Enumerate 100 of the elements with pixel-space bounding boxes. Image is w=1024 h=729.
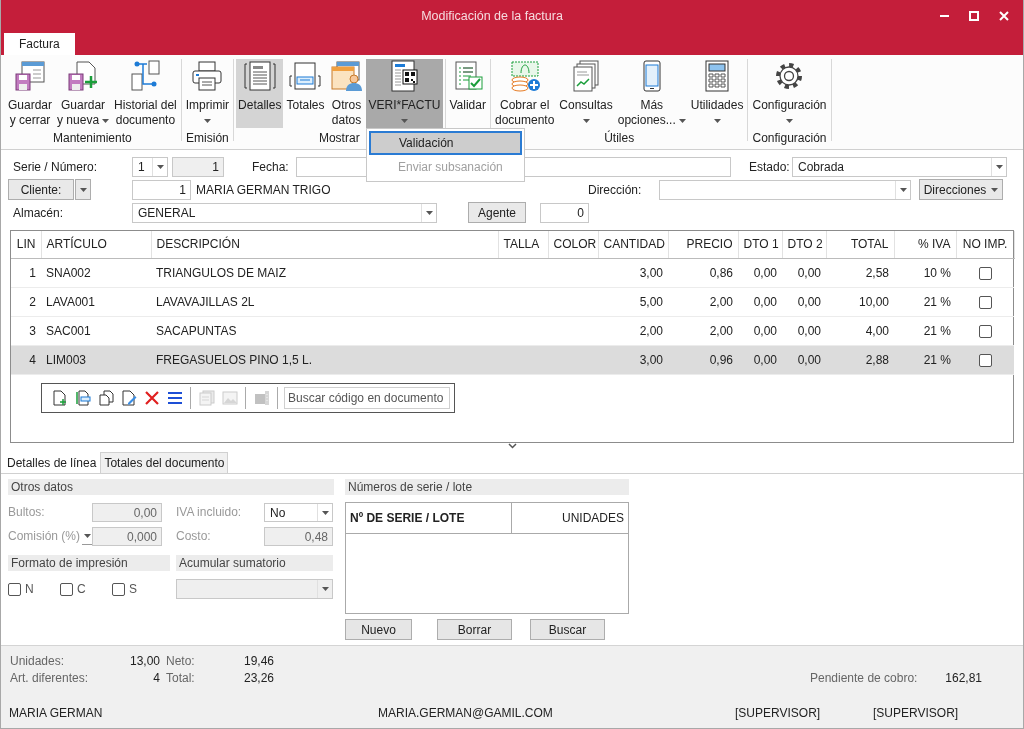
dropdown-field[interactable]: No bbox=[264, 503, 333, 522]
table-cell: 10 % bbox=[894, 258, 956, 287]
dropdown-field[interactable] bbox=[659, 179, 911, 200]
toolbar-button[interactable] bbox=[119, 387, 138, 408]
client-button[interactable]: Cliente: bbox=[8, 179, 74, 200]
caret-icon bbox=[321, 510, 329, 515]
checkbox[interactable] bbox=[978, 295, 992, 309]
copy-icon bbox=[97, 389, 114, 406]
action-button[interactable]: Borrar bbox=[437, 619, 512, 640]
checkbox[interactable] bbox=[60, 582, 73, 596]
column-header[interactable]: DESCRIPCIÓN bbox=[151, 231, 498, 258]
pages-icon bbox=[198, 389, 215, 406]
input-field[interactable]: 1 bbox=[132, 179, 191, 200]
section-header: Otros datos bbox=[8, 479, 334, 495]
menu-item[interactable]: Validación bbox=[369, 131, 522, 155]
column-header[interactable]: ARTÍCULO bbox=[41, 231, 151, 258]
checkbox[interactable] bbox=[112, 582, 125, 596]
table-cell: TRIANGULOS DE MAIZ bbox=[151, 258, 498, 287]
checkbox[interactable] bbox=[978, 266, 992, 280]
client-name: MARIA GERMAN TRIGO bbox=[195, 182, 332, 197]
ribbon-tab[interactable]: Factura bbox=[4, 33, 75, 55]
checkbox[interactable] bbox=[978, 353, 992, 367]
table-cell: 21 % bbox=[894, 345, 956, 374]
list-icon bbox=[166, 389, 183, 406]
input-field[interactable]: 0,00 bbox=[92, 503, 162, 522]
action-button[interactable]: Buscar bbox=[530, 619, 605, 640]
qr-code-icon bbox=[388, 60, 421, 92]
dropdown-button[interactable] bbox=[75, 179, 91, 200]
ribbon-button[interactable]: Configuración bbox=[750, 59, 829, 128]
checkbox[interactable] bbox=[8, 582, 21, 596]
caret-icon bbox=[79, 187, 87, 192]
table-cell: 10,00 bbox=[826, 287, 894, 316]
ribbon-button[interactable]: Imprimir bbox=[183, 59, 232, 128]
caret-icon bbox=[83, 534, 91, 538]
user-window-icon bbox=[330, 60, 363, 92]
table-cell: 0,00 bbox=[782, 287, 826, 316]
table-cell: LAVAVAJILLAS 2L bbox=[151, 287, 498, 316]
addresses-button[interactable]: Direcciones bbox=[919, 179, 1003, 200]
agent-button[interactable]: Agente bbox=[468, 202, 526, 223]
column-header[interactable]: NO IMP. bbox=[956, 231, 1014, 258]
table-cell: 0,86 bbox=[668, 258, 738, 287]
input-field[interactable]: 1 bbox=[172, 156, 224, 177]
selected-row[interactable]: 4 LIM003 FREGASUELOS PINO 1,5 L. 3,00 0,96 0,00 0,00 2,88 21 % bbox=[11, 345, 1014, 374]
table-cell: LIM003 bbox=[41, 345, 151, 374]
column-header[interactable]: LIN bbox=[11, 231, 41, 258]
ribbon-button[interactable]: Guardar y cerrar bbox=[6, 59, 55, 128]
ribbon-button[interactable]: Totales bbox=[284, 59, 327, 128]
column-header[interactable]: TALLA bbox=[498, 231, 548, 258]
total-value: 23,26 bbox=[242, 671, 274, 687]
coins-icon bbox=[508, 60, 541, 92]
dropdown-field[interactable]: GENERAL bbox=[132, 202, 437, 223]
input-field[interactable]: 0,000 bbox=[92, 527, 162, 546]
column-header[interactable]: COLOR bbox=[548, 231, 598, 258]
ribbon-button[interactable]: Otros datos bbox=[327, 59, 366, 128]
table-cell: FREGASUELOS PINO 1,5 L. bbox=[151, 345, 498, 374]
column-header[interactable]: % IVA bbox=[894, 231, 956, 258]
column-header[interactable]: DTO 1 bbox=[738, 231, 782, 258]
column-header[interactable]: DTO 2 bbox=[782, 231, 826, 258]
dropdown-field[interactable]: 1 bbox=[132, 156, 168, 177]
ribbon-button[interactable]: Más opciones... bbox=[615, 59, 688, 128]
column-header[interactable]: TOTAL bbox=[826, 231, 894, 258]
floppy-disk-icon bbox=[67, 60, 100, 92]
section-header: Acumular sumatorio bbox=[176, 555, 333, 571]
section-header: Números de serie / lote bbox=[345, 479, 629, 495]
caret-icon bbox=[995, 164, 1003, 169]
column-header[interactable]: PRECIO bbox=[668, 231, 738, 258]
toolbar-button[interactable] bbox=[96, 387, 115, 408]
ribbon-button[interactable]: Cobrar el documento bbox=[492, 59, 557, 128]
search-field[interactable]: Buscar código en documento bbox=[284, 386, 450, 409]
tab[interactable]: Totales del documento bbox=[100, 452, 229, 473]
input-field[interactable]: 0,48 bbox=[264, 527, 333, 546]
table-cell: 2,88 bbox=[826, 345, 894, 374]
ribbon-button[interactable]: VERI*FACTU bbox=[366, 59, 443, 128]
total-value: 4 bbox=[152, 671, 160, 687]
ribbon-button[interactable]: Utilidades bbox=[688, 59, 746, 128]
checkbox-label: N bbox=[25, 582, 34, 596]
ribbon-button[interactable]: Validar bbox=[447, 59, 488, 124]
checkbox[interactable] bbox=[978, 324, 992, 338]
toolbar-button[interactable] bbox=[50, 387, 69, 408]
table-cell: 2,00 bbox=[598, 316, 668, 345]
column-header[interactable]: Nº DE SERIE / LOTE bbox=[346, 503, 512, 533]
input-field[interactable]: 0 bbox=[540, 202, 589, 223]
ribbon-button[interactable]: Detalles bbox=[236, 59, 284, 128]
table-cell: 4,00 bbox=[826, 316, 894, 345]
group-label: Configuración bbox=[752, 131, 827, 146]
ribbon-button[interactable]: Historial del documento bbox=[112, 59, 179, 128]
toolbar-button[interactable] bbox=[73, 387, 92, 408]
action-button[interactable]: Nuevo bbox=[345, 619, 412, 640]
column-header[interactable]: UNIDADES bbox=[512, 503, 628, 533]
status-text: MARIA GERMAN bbox=[9, 706, 104, 720]
table-cell: SAC001 bbox=[41, 316, 151, 345]
dropdown-field[interactable]: Cobrada bbox=[792, 156, 1007, 177]
dropdown-field[interactable] bbox=[176, 579, 333, 599]
column-header[interactable]: CANTIDAD bbox=[598, 231, 668, 258]
ribbon-button[interactable]: Guardar y nueva bbox=[55, 59, 112, 128]
checkbox-label: S bbox=[129, 582, 137, 596]
ribbon-button[interactable]: Consultas bbox=[557, 59, 615, 128]
table-cell: 21 % bbox=[894, 316, 956, 345]
table-cell: 4 bbox=[11, 345, 41, 374]
table-cell: LAVA001 bbox=[41, 287, 151, 316]
